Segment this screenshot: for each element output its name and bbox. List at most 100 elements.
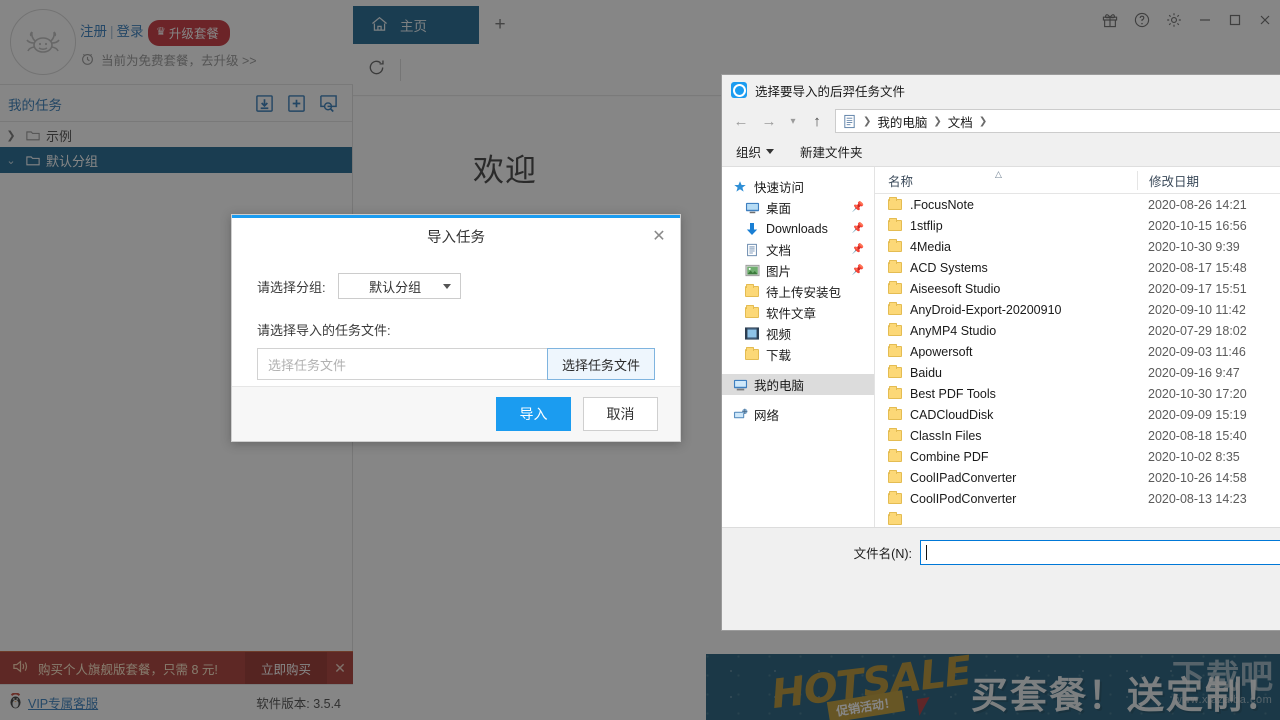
folder-icon xyxy=(888,218,902,231)
arrow-up-icon[interactable]: ↑ xyxy=(804,109,830,133)
file-name-cell: AnyDroid-Export-20200910 xyxy=(875,302,1137,317)
sidebar-item-videos[interactable]: 视频 xyxy=(722,323,874,344)
sidebar-label: 网络 xyxy=(754,409,780,423)
file-name-cell: .FocusNote xyxy=(875,197,1137,212)
file-row[interactable]: 1stflip 2020-10-15 16:56 xyxy=(875,215,1280,236)
sidebar-label: Downloads xyxy=(766,221,828,236)
folder-icon xyxy=(888,428,902,441)
text-caret xyxy=(926,545,927,560)
breadcrumb-item-documents[interactable]: 文档 xyxy=(948,112,973,131)
file-row[interactable]: ACD Systems 2020-08-17 15:48 xyxy=(875,257,1280,278)
sidebar-item-download[interactable]: 下载 xyxy=(722,344,874,365)
task-file-input[interactable]: 选择任务文件 xyxy=(257,348,547,380)
file-name-cell: ACD Systems xyxy=(875,260,1137,275)
folder-icon xyxy=(888,239,902,252)
file-date-cell: 2020-10-15 16:56 xyxy=(1148,218,1247,233)
file-date-cell: 2020-10-02 8:35 xyxy=(1148,449,1240,464)
new-folder-label: 新建文件夹 xyxy=(800,146,863,160)
file-row[interactable]: Best PDF Tools 2020-10-30 17:20 xyxy=(875,383,1280,404)
file-name-label: Baidu xyxy=(910,365,942,380)
picker-main: 快速访问 桌面 📌 Downloads 📌 文档 📌 图片 📌 待上传安装包 软… xyxy=(722,167,1280,527)
filename-input[interactable] xyxy=(920,540,1280,565)
video-icon xyxy=(744,326,760,342)
file-name-label: AnyMP4 Studio xyxy=(910,323,997,338)
file-row[interactable]: ClassIn Files 2020-08-18 15:40 xyxy=(875,425,1280,446)
file-select-row: 选择任务文件 选择任务文件 xyxy=(257,348,655,380)
folder-icon xyxy=(744,347,760,363)
file-name-label: Apowersoft xyxy=(910,344,973,359)
group-select[interactable]: 默认分组 xyxy=(337,273,461,299)
file-date-cell: 2020-09-10 11:42 xyxy=(1148,302,1246,317)
sidebar-label: 软件文章 xyxy=(766,307,817,321)
arrow-left-icon[interactable]: ← xyxy=(728,109,754,133)
file-row[interactable]: AnyMP4 Studio 2020-07-29 18:02 xyxy=(875,320,1280,341)
pin-icon: 📌 xyxy=(851,223,864,234)
pin-icon: 📌 xyxy=(851,265,864,276)
sidebar-item-documents[interactable]: 文档 📌 xyxy=(722,239,874,260)
group-select-value: 默认分组 xyxy=(369,279,422,295)
file-rows-container: .FocusNote 2020-08-26 14:21 1stflip 2020-10… xyxy=(875,194,1280,527)
breadcrumb-item-computer[interactable]: 我的电脑 xyxy=(877,112,927,131)
file-name-label: Aiseesoft Studio xyxy=(910,281,1001,296)
file-name-label: 1stflip xyxy=(910,218,943,233)
file-row[interactable]: 4Media 2020-10-30 9:39 xyxy=(875,236,1280,257)
file-name-label: AnyDroid-Export-20200910 xyxy=(910,302,1062,317)
close-icon[interactable]: ✕ xyxy=(648,225,670,247)
file-date-cell: 2020-08-26 14:21 xyxy=(1148,197,1247,212)
sidebar-label: 待上传安装包 xyxy=(766,286,842,300)
organize-label: 组织 xyxy=(736,146,762,160)
folder-icon xyxy=(888,470,902,483)
file-row[interactable]: CADCloudDisk 2020-09-09 15:19 xyxy=(875,404,1280,425)
chevron-down-icon[interactable]: ▾ xyxy=(784,109,802,133)
file-row[interactable]: CoolIPadConverter 2020-10-26 14:58 xyxy=(875,467,1280,488)
file-row[interactable]: Combine PDF 2020-10-02 8:35 xyxy=(875,446,1280,467)
file-date-cell: 2020-09-17 15:51 xyxy=(1148,281,1247,296)
sidebar-item-network[interactable]: 网络 xyxy=(722,404,874,425)
file-row[interactable]: Apowersoft 2020-09-03 11:46 xyxy=(875,341,1280,362)
app-icon xyxy=(731,82,747,98)
column-header-date[interactable]: 修改日期 xyxy=(1137,170,1253,190)
pin-icon: 📌 xyxy=(851,202,864,213)
cancel-button[interactable]: 取消 xyxy=(583,397,658,431)
sidebar-item-pictures[interactable]: 图片 📌 xyxy=(722,260,874,281)
star-pin-icon xyxy=(732,179,748,195)
file-row[interactable]: CoolIPodConverter 2020-08-13 14:23 xyxy=(875,488,1280,509)
column-header-name[interactable]: 名称 △ xyxy=(875,169,1137,190)
sidebar-label: 文档 xyxy=(766,244,792,258)
folder-icon xyxy=(888,344,902,357)
sidebar-item-downloads[interactable]: Downloads 📌 xyxy=(722,218,874,239)
file-row[interactable]: .FocusNote 2020-08-26 14:21 xyxy=(875,194,1280,215)
file-row[interactable]: Aiseesoft Studio 2020-09-17 15:51 xyxy=(875,278,1280,299)
column-name-label: 名称 xyxy=(888,174,914,189)
sidebar-item-this-pc[interactable]: 我的电脑 xyxy=(722,374,874,395)
sidebar-item-upload-packages[interactable]: 待上传安装包 xyxy=(722,281,874,302)
file-name-cell: CoolIPodConverter xyxy=(875,491,1137,506)
file-date-cell: 2020-08-18 15:40 xyxy=(1148,428,1247,443)
file-name-label: 4Media xyxy=(910,239,951,254)
import-button[interactable]: 导入 xyxy=(496,397,571,431)
folder-icon xyxy=(888,407,902,420)
sidebar-item-desktop[interactable]: 桌面 📌 xyxy=(722,197,874,218)
file-name-cell: CADCloudDisk xyxy=(875,407,1137,422)
sidebar-item-software-articles[interactable]: 软件文章 xyxy=(722,302,874,323)
new-folder-button[interactable]: 新建文件夹 xyxy=(800,142,863,161)
organize-menu[interactable]: 组织 xyxy=(736,142,775,161)
folder-icon xyxy=(888,260,902,273)
arrow-right-icon[interactable]: → xyxy=(756,109,782,133)
folder-icon xyxy=(744,305,760,321)
dialog-body: 请选择分组: 默认分组 请选择导入的任务文件: 选择任务文件 选择任务文件 xyxy=(232,255,680,380)
file-picker-dialog: 选择要导入的后羿任务文件 ← → ▾ ↑ ❯ 我的电脑 ❯ 文档 ❯ 组织 新建… xyxy=(721,74,1280,631)
file-row[interactable] xyxy=(875,509,1280,527)
file-name-cell: Best PDF Tools xyxy=(875,386,1137,401)
sidebar-item-quick-access[interactable]: 快速访问 xyxy=(722,176,874,197)
folder-icon xyxy=(888,302,902,315)
choose-task-file-button[interactable]: 选择任务文件 xyxy=(547,348,655,380)
folder-icon xyxy=(888,449,902,462)
file-name-label: Best PDF Tools xyxy=(910,386,996,401)
sidebar-label: 桌面 xyxy=(766,202,792,216)
breadcrumb[interactable]: ❯ 我的电脑 ❯ 文档 ❯ xyxy=(835,109,1280,133)
folder-icon xyxy=(888,491,902,504)
file-name-cell: AnyMP4 Studio xyxy=(875,323,1137,338)
file-row[interactable]: AnyDroid-Export-20200910 2020-09-10 11:42 xyxy=(875,299,1280,320)
file-row[interactable]: Baidu 2020-09-16 9:47 xyxy=(875,362,1280,383)
